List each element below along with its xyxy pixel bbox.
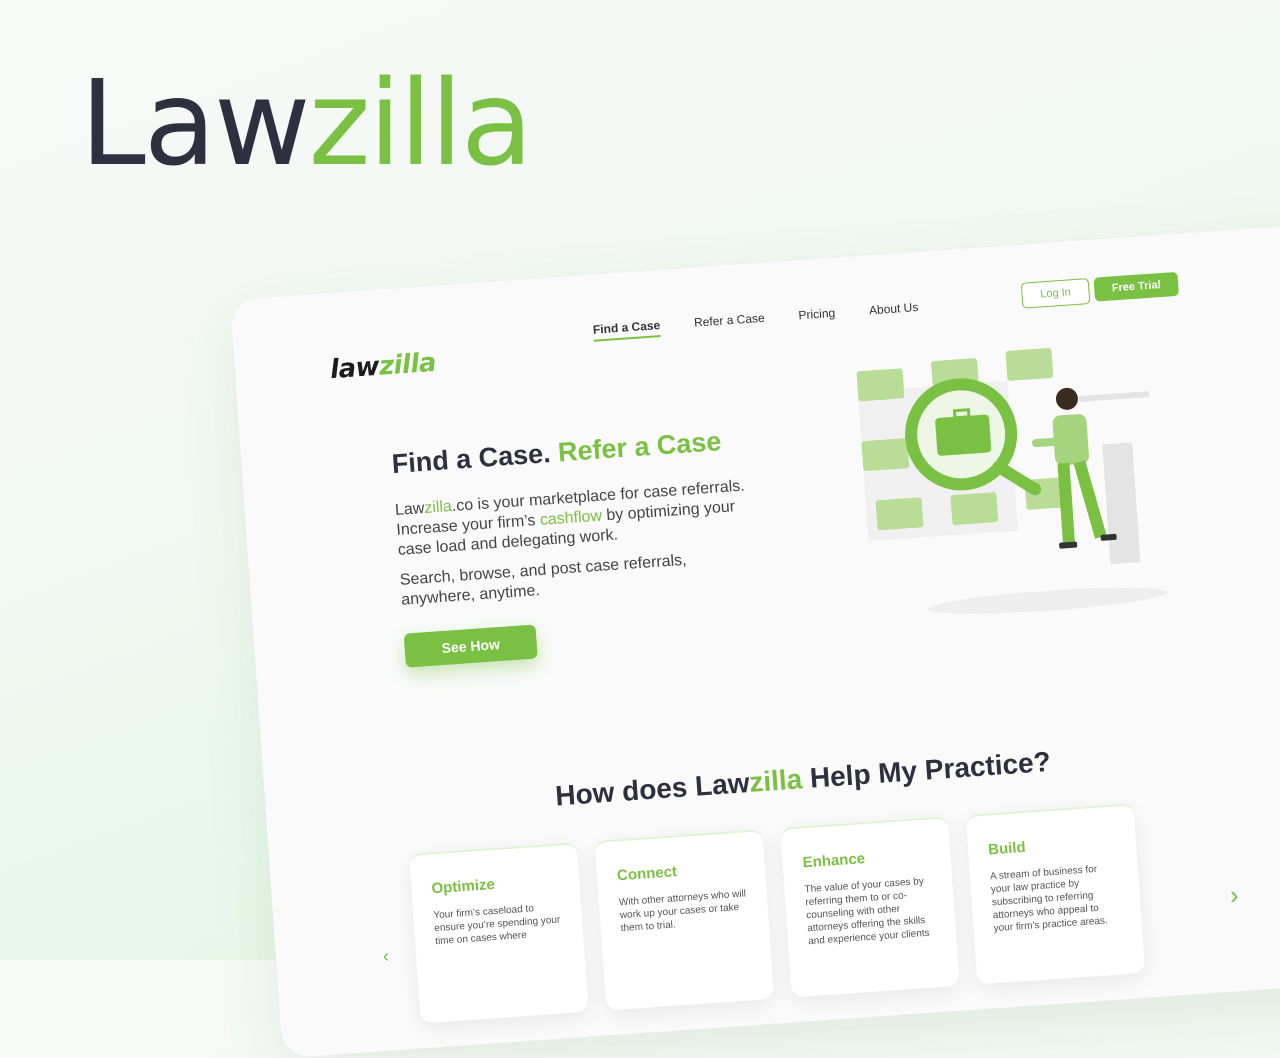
site-logo[interactable]: lawzilla (329, 348, 437, 385)
site-logo-part2: zilla (377, 347, 437, 382)
brand-logo-part1: Law (80, 54, 311, 192)
briefcase-focus-icon (935, 414, 992, 456)
illustration-shelf-line (1078, 391, 1150, 403)
feature-card-optimize[interactable]: Optimize Your firm’s caseload to ensure … (409, 842, 589, 1024)
feature-cards: Optimize Your firm’s caseload to ensure … (409, 803, 1146, 1024)
card-text: Your firm’s caseload to ensure you’re sp… (433, 903, 561, 948)
card-text: With other attorneys who will work up yo… (618, 888, 747, 935)
hero-desc-a: Law (394, 499, 425, 519)
hero-description: Lawzilla.co is your marketplace for case… (394, 476, 757, 561)
illustration-cabinet (1102, 442, 1141, 565)
section-title-part2: zilla (748, 763, 804, 798)
feature-card-enhance[interactable]: Enhance The value of your cases by refer… (780, 816, 960, 998)
section-title-part3: Help My Practice? (801, 745, 1052, 795)
illustration-shadow (928, 587, 1168, 614)
hero-illustration (856, 348, 1168, 614)
hero-desc-d: cashflow (539, 507, 603, 529)
nav-refer-a-case[interactable]: Refer a Case (694, 311, 766, 335)
website-mockup: lawzilla Find a Case Refer a Case Pricin… (230, 219, 1280, 1058)
site-logo-part1: law (329, 351, 381, 386)
nav-pricing[interactable]: Pricing (798, 306, 836, 328)
card-title: Optimize (430, 875, 496, 898)
chevron-left-icon[interactable]: ‹ (383, 946, 389, 967)
nav-find-a-case[interactable]: Find a Case (592, 318, 661, 342)
card-title: Connect (616, 863, 678, 885)
chevron-right-icon[interactable]: › (1230, 880, 1239, 911)
section-title-part1: How does Law (554, 766, 751, 812)
feature-card-build[interactable]: Build A stream of business for your law … (965, 803, 1146, 985)
see-how-button[interactable]: See How (403, 624, 538, 668)
card-title: Enhance (802, 850, 866, 872)
section-title: How does Lawzilla Help My Practice? (554, 746, 1051, 813)
main-nav: Find a Case Refer a Case Pricing About U… (592, 300, 919, 342)
free-trial-button[interactable]: Free Trial (1093, 271, 1180, 302)
card-text: A stream of business for your law practi… (989, 863, 1109, 935)
hero-title-part2: Refer a Case (556, 426, 723, 468)
login-button[interactable]: Log In (1020, 278, 1091, 309)
hero-desc-b: zilla (423, 498, 453, 517)
hero-title-part1: Find a Case. (390, 437, 560, 480)
nav-about-us[interactable]: About Us (869, 300, 920, 322)
brand-logo: Lawzilla (80, 64, 533, 182)
feature-card-connect[interactable]: Connect With other attorneys who will wo… (594, 829, 775, 1011)
card-text: The value of your cases by referring the… (804, 876, 931, 948)
card-title: Build (987, 838, 1027, 859)
brand-logo-part2: zilla (308, 54, 534, 192)
hero-title: Find a Case. Refer a Case (391, 426, 723, 480)
